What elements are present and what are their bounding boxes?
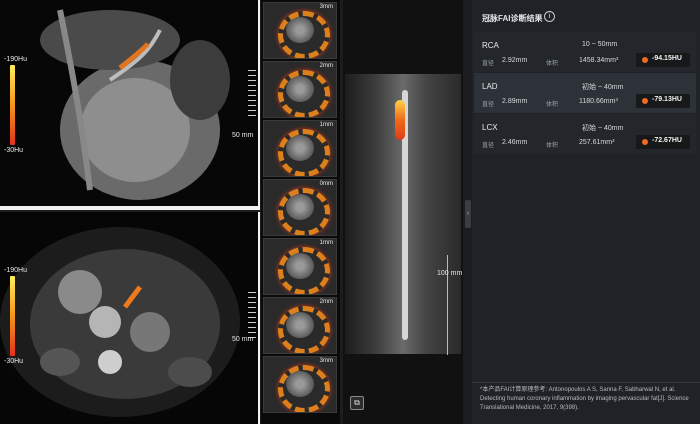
cross-section-cell[interactable]: 3mm <box>263 2 337 59</box>
status-dot-icon <box>642 57 648 63</box>
volume-value: 1458.34mm³ <box>579 57 619 64</box>
info-icon[interactable]: i <box>544 11 555 22</box>
cell-offset-label: 3mm <box>319 358 333 364</box>
volume-value: 1180.66mm³ <box>579 98 618 105</box>
colorscale-top-label: -190Hu <box>4 56 27 63</box>
vessel-range: 初始 ~ 40mm <box>582 125 624 132</box>
colorscale-bar-bottom <box>10 276 15 356</box>
vessel-card-rca[interactable]: RCA 10 ~ 50mm 直径 2.92mm 体积 1458.34mm³ -9… <box>474 32 696 72</box>
cross-section-strip[interactable]: 3mm 2mm 1mm 0mm 1mm 2mm 3mm <box>261 0 340 424</box>
cell-offset-label: 1mm <box>319 240 333 246</box>
sagittal-image <box>0 0 258 206</box>
vessel-name: LCX <box>482 123 498 132</box>
cpr-ruler-label: 100 mm <box>437 270 463 277</box>
cell-offset-label: 1mm <box>319 122 333 128</box>
reference-note: *本产品FAI计算原理参考: Antonopoulos A S, Sanna F… <box>480 387 689 411</box>
colorscale-bar-top <box>10 65 15 145</box>
panel-header: 冠脉FAI诊断结果 i <box>472 0 700 30</box>
vessel-card-lad[interactable]: LAD 初始 ~ 40mm 直径 2.89mm 体积 1180.66mm³ -7… <box>474 73 696 113</box>
vessel-name: LAD <box>482 82 498 91</box>
diameter-label: 直径 <box>482 102 495 108</box>
status-dot-icon <box>642 139 648 145</box>
cell-offset-label: 3mm <box>319 4 333 10</box>
diameter-label: 直径 <box>482 61 495 67</box>
vessel-name: RCA <box>482 41 499 50</box>
viewport-sagittal[interactable]: -190Hu -30Hu 50 mm <box>0 0 260 210</box>
panel-divider <box>472 382 700 383</box>
fai-value-badge: -79.13HU <box>636 94 690 108</box>
viewport-axial[interactable]: -190Hu -30Hu 50 mm <box>0 212 260 424</box>
diameter-value: 2.89mm <box>502 98 528 105</box>
fai-analysis-window: -190Hu -30Hu 50 mm -190Hu -30Hu 50 mm 3m… <box>0 0 700 424</box>
volume-label: 体积 <box>546 102 559 108</box>
volume-label: 体积 <box>546 61 559 67</box>
vessel-range: 10 ~ 50mm <box>582 41 618 48</box>
colorscale-top-label-2: -190Hu <box>4 267 27 274</box>
axial-image <box>0 212 258 424</box>
cross-section-cell[interactable]: 1mm <box>263 120 337 177</box>
vessel-card-lcx[interactable]: LCX 初始 ~ 40mm 直径 2.46mm 体积 257.61mm³ -72… <box>474 114 696 154</box>
volume-value: 257.61mm³ <box>579 139 615 146</box>
results-panel: 冠脉FAI诊断结果 i RCA 10 ~ 50mm 直径 2.92mm 体积 1… <box>472 0 700 424</box>
ruler-top <box>248 70 256 120</box>
fai-value-badge: -94.15HU <box>636 53 690 67</box>
ruler-top-label: 50 mm <box>232 132 254 139</box>
cross-section-cell[interactable]: 2mm <box>263 61 337 118</box>
cell-offset-label: 2mm <box>319 63 333 69</box>
diameter-value: 2.92mm <box>502 57 528 64</box>
status-dot-icon <box>642 98 648 104</box>
cross-section-cell[interactable]: 1mm <box>263 238 337 295</box>
diameter-value: 2.46mm <box>502 139 528 146</box>
ruler-bottom <box>248 292 256 342</box>
cross-section-cell[interactable]: 2mm <box>263 297 337 354</box>
cross-section-cell[interactable]: 3mm <box>263 356 337 413</box>
cell-offset-label: 2mm <box>319 299 333 305</box>
diameter-label: 直径 <box>482 143 495 149</box>
cpr-view[interactable]: 100 mm <box>343 0 463 424</box>
cell-offset-label: 0mm <box>319 181 333 187</box>
fai-value: -72.67HU <box>652 137 682 144</box>
vessel-range: 初始 ~ 40mm <box>582 84 624 91</box>
fai-highlight <box>395 100 405 140</box>
volume-label: 体积 <box>546 143 559 149</box>
ruler-bottom-label: 50 mm <box>232 336 254 343</box>
panel-title: 冠脉FAI诊断结果 <box>482 14 543 23</box>
cross-section-cell[interactable]: 0mm <box>263 179 337 236</box>
colorscale-bottom-label: -30Hu <box>4 147 24 154</box>
collapse-handle-icon[interactable]: › <box>465 200 471 228</box>
screenshot-icon[interactable]: ⧉ <box>350 396 364 410</box>
fai-value: -79.13HU <box>652 96 682 103</box>
fai-value-badge: -72.67HU <box>636 135 690 149</box>
colorscale-bottom-label-2: -30Hu <box>4 358 24 365</box>
fai-value: -94.15HU <box>652 55 682 62</box>
